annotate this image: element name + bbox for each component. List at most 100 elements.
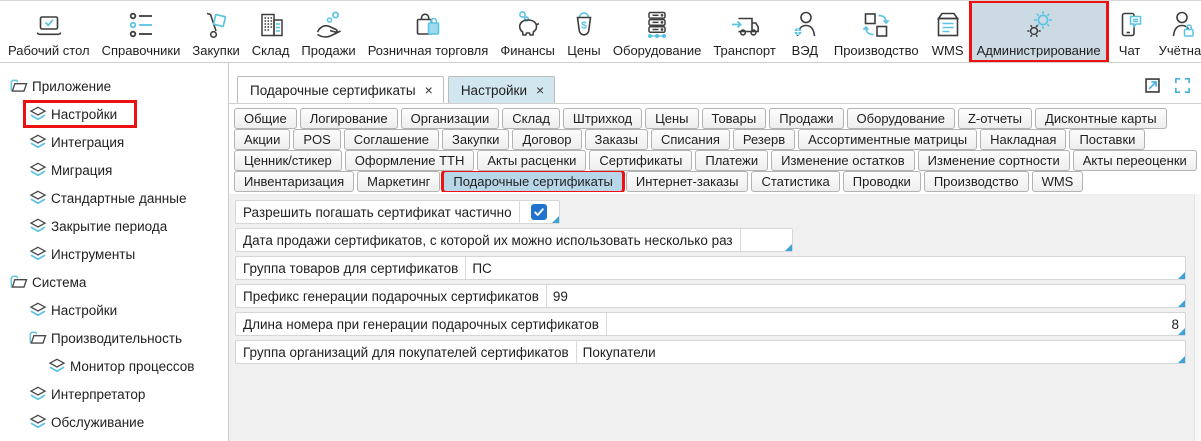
- settings-tab[interactable]: Оформление ТТН: [345, 150, 475, 171]
- sidebar-item[interactable]: Система: [0, 268, 228, 296]
- sidebar-item[interactable]: Интеграция: [0, 128, 228, 156]
- settings-tab[interactable]: Заказы: [585, 129, 648, 150]
- sidebar-item[interactable]: Приложение: [0, 72, 228, 100]
- toolbar-item-label: Розничная торговля: [368, 43, 489, 58]
- toolbar-item-sales[interactable]: Продажи: [295, 2, 361, 61]
- settings-tab[interactable]: Организации: [401, 108, 500, 129]
- settings-tab[interactable]: Цены: [645, 108, 698, 129]
- text-input[interactable]: 99: [546, 285, 1185, 307]
- text-input[interactable]: 8: [606, 313, 1185, 335]
- sidebar-item-wrap: Настройки: [27, 104, 133, 124]
- toolbar-item-warehouse[interactable]: Склад: [246, 2, 296, 61]
- doc-tab[interactable]: Настройки×: [448, 76, 555, 103]
- toolbar-item-retail[interactable]: Розничная торговля: [362, 2, 495, 61]
- settings-tab[interactable]: Накладная: [980, 129, 1066, 150]
- settings-tab[interactable]: Инвентаризация: [234, 171, 354, 192]
- settings-tab[interactable]: Акты переоценки: [1073, 150, 1197, 171]
- settings-tab[interactable]: Общие: [234, 108, 297, 129]
- settings-tab[interactable]: Подарочные сертификаты: [443, 171, 622, 192]
- toolbar-item-chat[interactable]: Чат: [1107, 2, 1153, 61]
- toolbar-item-transport[interactable]: Транспорт: [707, 2, 782, 61]
- server-icon: [640, 7, 674, 43]
- toolbar-item-finance[interactable]: Финансы: [494, 2, 561, 61]
- form-icon: [48, 358, 66, 374]
- sidebar-item-label: Приложение: [32, 79, 111, 94]
- settings-tab[interactable]: Штрихкод: [563, 108, 642, 129]
- settings-tab[interactable]: Изменение остатков: [771, 150, 915, 171]
- sidebar-item[interactable]: Производительность: [0, 324, 228, 352]
- toolbar-item-administration[interactable]: Администрирование: [971, 2, 1107, 61]
- toolbar-item-ved[interactable]: ВЭД: [782, 2, 828, 61]
- settings-tab[interactable]: Акты расценки: [477, 150, 586, 171]
- sidebar-item[interactable]: Закрытие периода: [0, 212, 228, 240]
- form-icon: [29, 190, 47, 206]
- settings-tab[interactable]: Акции: [234, 129, 290, 150]
- settings-tab[interactable]: Оборудование: [847, 108, 955, 129]
- settings-tab[interactable]: Ценник/стикер: [234, 150, 342, 171]
- settings-tab[interactable]: Склад: [502, 108, 560, 129]
- tab-row: Ценник/стикерОформление ТТНАкты расценки…: [234, 150, 1201, 171]
- toolbar-item-production[interactable]: Производство: [828, 2, 925, 61]
- settings-tab[interactable]: Z-отчеты: [958, 108, 1032, 129]
- settings-tab[interactable]: Производство: [924, 171, 1029, 192]
- sidebar-item-wrap: Инструменты: [27, 244, 139, 264]
- doc-tab[interactable]: Подарочные сертификаты×: [237, 76, 444, 103]
- sidebar-item[interactable]: Стандартные данные: [0, 184, 228, 212]
- toolbar-item-wms[interactable]: WMS: [925, 2, 971, 61]
- settings-tab[interactable]: Логирование: [300, 108, 398, 129]
- sidebar-item[interactable]: Настройки: [0, 100, 228, 128]
- sidebar-item[interactable]: Настройки: [0, 296, 228, 324]
- close-icon[interactable]: ×: [425, 83, 433, 97]
- settings-tab[interactable]: Соглашение: [344, 129, 439, 150]
- sidebar-item[interactable]: Интерпретатор: [0, 380, 228, 408]
- settings-tab[interactable]: Закупки: [442, 129, 509, 150]
- settings-tab-rows: ОбщиеЛогированиеОрганизацииСкладШтрихкод…: [229, 104, 1201, 194]
- toolbar-item-prices[interactable]: $Цены: [561, 2, 607, 61]
- window-icons: [1143, 76, 1192, 95]
- sidebar-item[interactable]: Обслуживание: [0, 408, 228, 436]
- settings-tab[interactable]: Резерв: [733, 129, 795, 150]
- vertical-scrollbar[interactable]: [1194, 194, 1201, 441]
- sidebar-item[interactable]: Инструменты: [0, 240, 228, 268]
- toolbar-item-equipment[interactable]: Оборудование: [607, 2, 707, 61]
- settings-tab[interactable]: Платежи: [695, 150, 768, 171]
- checkbox[interactable]: [531, 204, 547, 220]
- settings-tab[interactable]: POS: [293, 129, 340, 150]
- open-in-window-icon[interactable]: [1143, 76, 1162, 95]
- toolbar-item-account[interactable]: Учётная: [1153, 2, 1201, 61]
- settings-tab[interactable]: Дисконтные карты: [1035, 108, 1167, 129]
- folder-icon: [29, 330, 47, 346]
- sidebar-item[interactable]: Миграция: [0, 156, 228, 184]
- retail-icon: [411, 7, 445, 43]
- form-icon: [29, 218, 47, 234]
- text-input[interactable]: Покупатели: [576, 341, 1185, 363]
- app-body: Приложение Настройки ИнтеграцияМиграция Ста…: [0, 63, 1201, 441]
- settings-tab[interactable]: Списания: [651, 129, 730, 150]
- settings-tab[interactable]: Товары: [702, 108, 767, 129]
- settings-tab[interactable]: WMS: [1032, 171, 1084, 192]
- settings-tab[interactable]: Договор: [512, 129, 581, 150]
- checkbox-field[interactable]: [519, 201, 559, 223]
- settings-tab[interactable]: Ассортиментные матрицы: [798, 129, 977, 150]
- foreign-trade-icon: [788, 7, 822, 43]
- settings-tab[interactable]: Продажи: [769, 108, 843, 129]
- sidebar-item-label: Стандартные данные: [51, 191, 186, 206]
- settings-tab[interactable]: Изменение сортности: [918, 150, 1070, 171]
- settings-tab[interactable]: Сертификаты: [589, 150, 692, 171]
- doc-tabs: Подарочные сертификаты×Настройки×: [237, 76, 559, 103]
- text-input[interactable]: [740, 229, 792, 251]
- toolbar-item-desktop[interactable]: Рабочий стол: [2, 2, 96, 61]
- fullscreen-icon[interactable]: [1173, 76, 1192, 95]
- sidebar-item[interactable]: Монитор процессов: [0, 352, 228, 380]
- toolbar-item-label: Чат: [1119, 43, 1141, 58]
- toolbar-item-directories[interactable]: Справочники: [96, 2, 187, 61]
- close-icon[interactable]: ×: [536, 83, 544, 97]
- settings-tab[interactable]: Статистика: [751, 171, 839, 192]
- sidebar-item-wrap: Производительность: [27, 328, 186, 348]
- text-input[interactable]: ПС: [465, 257, 1185, 279]
- settings-tab[interactable]: Интернет-заказы: [626, 171, 749, 192]
- settings-tab[interactable]: Поставки: [1069, 129, 1145, 150]
- toolbar-item-purchases[interactable]: Закупки: [186, 2, 245, 61]
- settings-tab[interactable]: Маркетинг: [357, 171, 440, 192]
- settings-tab[interactable]: Проводки: [843, 171, 921, 192]
